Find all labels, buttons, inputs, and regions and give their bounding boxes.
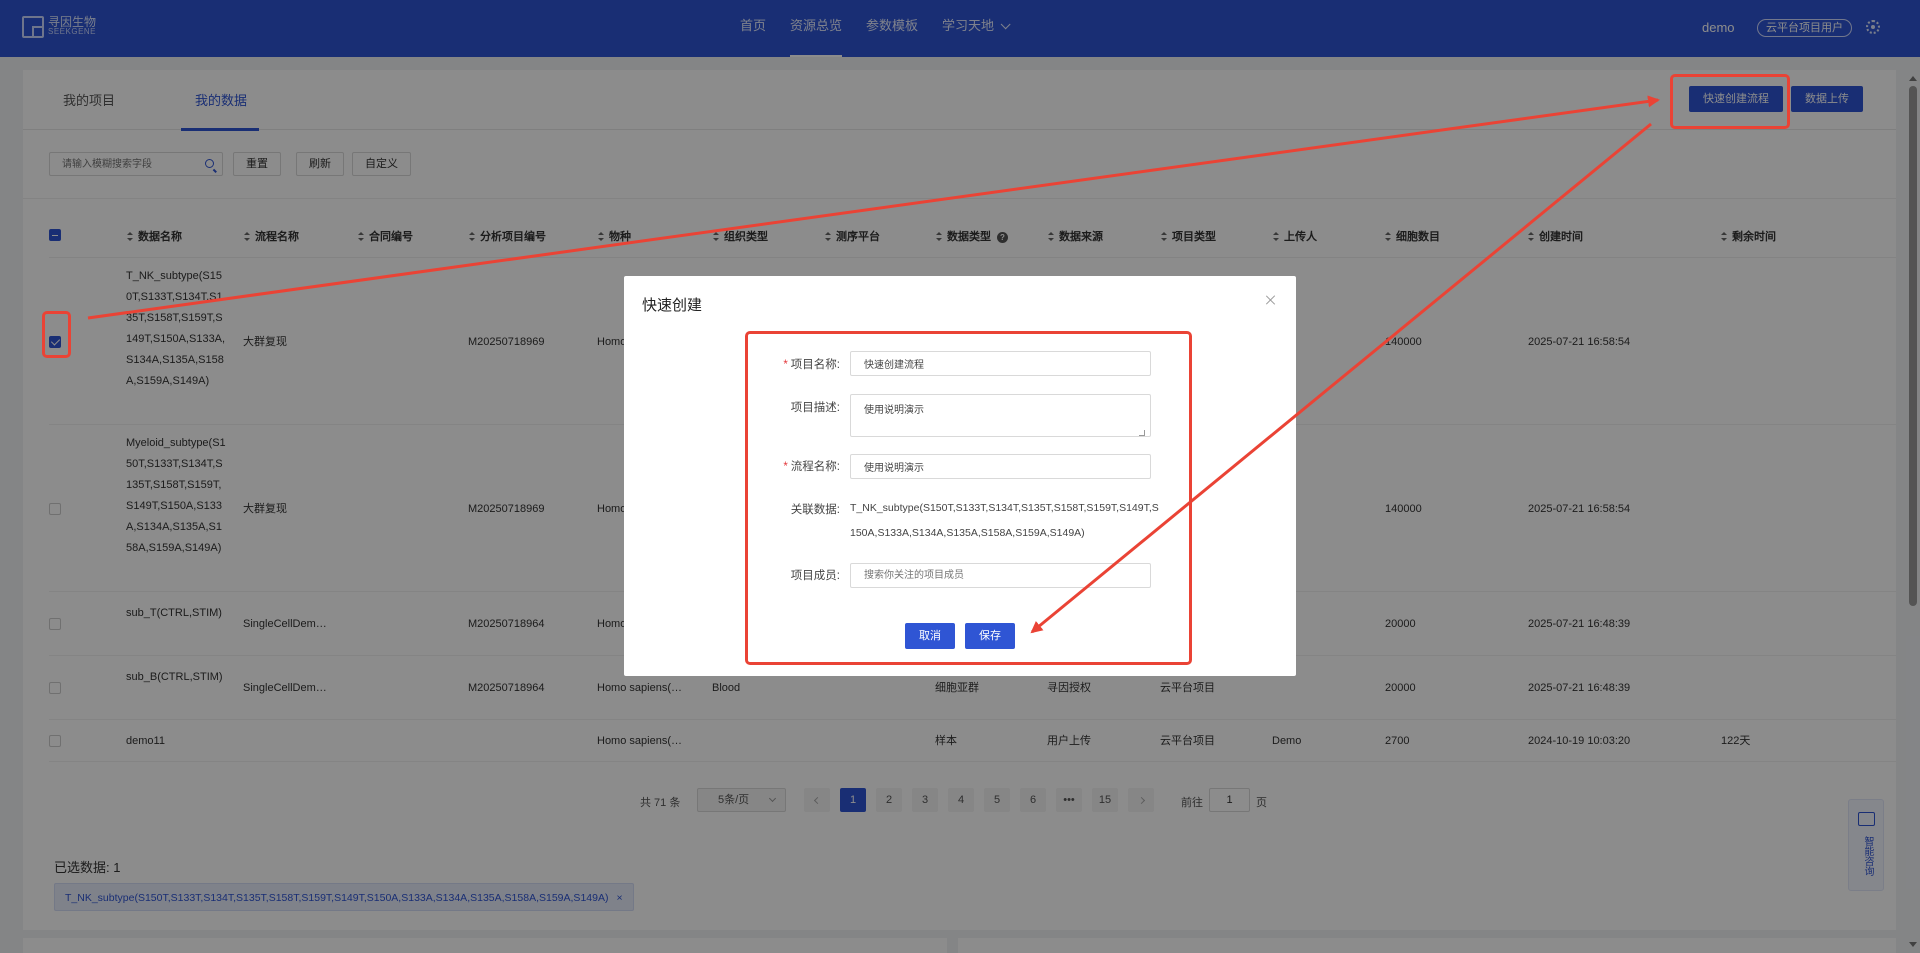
- annotation-box-form: [745, 331, 1192, 665]
- close-icon[interactable]: [1265, 294, 1277, 306]
- annotation-box-row-checkbox: [42, 311, 71, 358]
- dialog-title: 快速创建: [642, 297, 703, 314]
- annotation-box-quick-create: [1670, 74, 1790, 129]
